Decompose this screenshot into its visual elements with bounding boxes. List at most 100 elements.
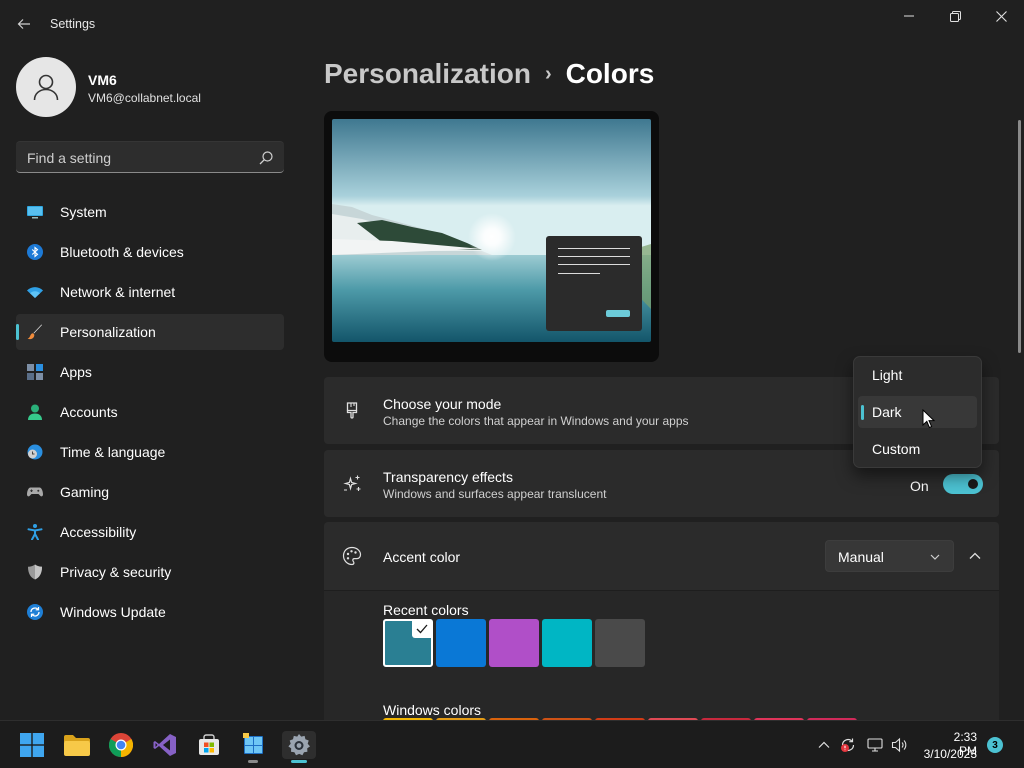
paint-bucket-icon (346, 402, 358, 419)
sidebar-item-windows-update[interactable]: Windows Update (16, 594, 284, 630)
app-button[interactable] (239, 731, 267, 763)
search-input[interactable]: Find a setting (16, 141, 284, 173)
sidebar-item-label: Apps (60, 364, 92, 380)
close-icon (995, 10, 1007, 22)
sidebar-item-label: Windows Update (60, 604, 166, 620)
search-placeholder: Find a setting (27, 150, 112, 166)
avatar[interactable] (16, 57, 76, 117)
shield-icon (28, 564, 42, 580)
volume-icon[interactable] (891, 737, 907, 753)
sidebar-item-apps[interactable]: Apps (16, 354, 284, 390)
mode-description: Change the colors that appear in Windows… (383, 414, 689, 428)
sidebar-item-network[interactable]: Network & internet (16, 274, 284, 310)
checkmark-icon (412, 620, 432, 638)
recent-color-swatch[interactable] (595, 619, 645, 667)
sidebar-item-system[interactable]: System (16, 194, 284, 230)
sidebar-item-label: Gaming (60, 484, 110, 500)
recent-color-swatch[interactable] (542, 619, 592, 667)
apps-icon (27, 364, 43, 380)
preview-text-line (558, 256, 630, 257)
chevron-down-icon (930, 554, 940, 560)
close-button[interactable] (978, 0, 1024, 32)
sidebar-item-label: Network & internet (60, 284, 176, 300)
file-explorer-button[interactable] (63, 731, 91, 759)
window-app-icon (243, 733, 263, 754)
mode-option-light[interactable]: Light (858, 359, 977, 391)
toggle-state-label: On (910, 478, 929, 494)
chrome-button[interactable] (107, 731, 135, 759)
sidebar-item-label: Accessibility (60, 524, 137, 540)
bluetooth-icon (27, 244, 43, 260)
toggle-knob (968, 479, 978, 489)
title-bar: Settings (0, 0, 1024, 48)
sidebar-item-gaming[interactable]: Gaming (16, 474, 284, 510)
sidebar-item-bluetooth[interactable]: Bluetooth & devices (16, 234, 284, 270)
chevron-up-icon[interactable] (965, 546, 985, 566)
mode-option-custom[interactable]: Custom (858, 433, 977, 465)
running-indicator (248, 760, 258, 763)
palette-icon (342, 546, 362, 566)
start-button[interactable] (18, 731, 46, 759)
sidebar-item-label: Bluetooth & devices (60, 244, 184, 260)
accent-color-card[interactable]: Accent color Manual (324, 522, 999, 590)
sidebar-item-privacy[interactable]: Privacy & security (16, 554, 284, 590)
search-icon[interactable] (258, 150, 274, 166)
mouse-cursor-icon (922, 409, 936, 429)
recent-colors-label: Recent colors (383, 602, 469, 618)
minimize-button[interactable] (886, 0, 932, 32)
notification-badge[interactable]: 3 (987, 737, 1003, 753)
windows-logo-icon (20, 733, 44, 757)
preview-button (606, 310, 630, 317)
clock-date[interactable]: 3/10/2023 (921, 747, 977, 761)
network-icon[interactable] (867, 737, 883, 753)
brush-icon (27, 324, 42, 340)
gear-icon (288, 734, 310, 756)
chrome-icon (109, 733, 133, 757)
breadcrumb-parent[interactable]: Personalization (324, 58, 531, 89)
store-button[interactable] (195, 731, 223, 759)
clock-globe-icon (27, 444, 43, 460)
person-icon (28, 404, 42, 420)
sidebar-item-label: System (60, 204, 107, 220)
monitor-icon (27, 206, 43, 219)
mode-option-dark[interactable]: Dark (858, 396, 977, 428)
active-indicator (291, 760, 307, 763)
sidebar-item-accessibility[interactable]: Accessibility (16, 514, 284, 550)
restore-button[interactable] (932, 0, 978, 32)
visual-studio-button[interactable] (151, 731, 179, 759)
windows-colors-label: Windows colors (383, 702, 482, 718)
mode-dropdown: Light Dark Custom (853, 356, 982, 468)
sidebar-item-label: Personalization (60, 324, 156, 340)
back-button[interactable] (10, 10, 38, 38)
transparency-toggle[interactable] (943, 474, 983, 494)
profile-email: VM6@collabnet.local (88, 91, 201, 105)
wallpaper-preview (332, 119, 651, 342)
transparency-description: Windows and surfaces appear translucent (383, 487, 607, 501)
sync-alert-icon[interactable] (840, 737, 856, 753)
preview-window (546, 236, 642, 331)
accent-color-panel: Recent colors Windows colors (324, 590, 999, 722)
mode-option-label: Light (872, 367, 903, 383)
folder-icon (64, 735, 90, 756)
accent-mode-select[interactable]: Manual (825, 540, 954, 572)
chevron-up-icon[interactable] (816, 737, 832, 753)
scrollbar-thumb[interactable] (1018, 120, 1021, 353)
accessibility-icon (27, 524, 43, 540)
mode-option-label: Dark (872, 404, 902, 420)
taskbar: 2:33 PM 3/10/2023 3 (0, 720, 1024, 768)
mode-title: Choose your mode (383, 396, 502, 412)
profile-name: VM6 (88, 72, 117, 88)
sidebar-item-personalization[interactable]: Personalization (16, 314, 284, 350)
recent-color-swatch[interactable] (436, 619, 486, 667)
breadcrumb: Personalization › Colors (324, 58, 654, 90)
page-title: Colors (565, 58, 655, 89)
settings-button[interactable] (282, 731, 316, 763)
back-arrow-icon (17, 19, 30, 29)
sidebar-item-time-language[interactable]: Time & language (16, 434, 284, 470)
transparency-title: Transparency effects (383, 469, 513, 485)
wifi-icon (27, 287, 43, 298)
sidebar-item-accounts[interactable]: Accounts (16, 394, 284, 430)
app-title: Settings (50, 17, 96, 31)
recent-color-swatch[interactable] (383, 619, 433, 667)
recent-color-swatch[interactable] (489, 619, 539, 667)
